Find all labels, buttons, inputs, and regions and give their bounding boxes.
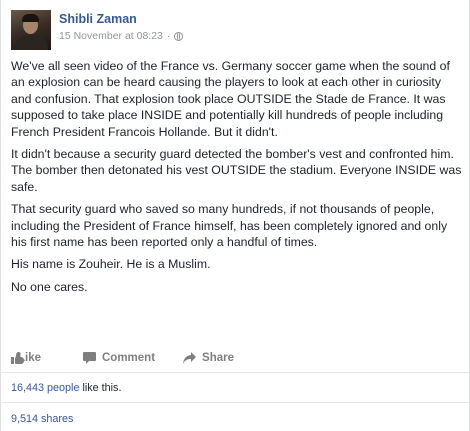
comment-bubble-icon [83, 352, 96, 364]
post-paragraph-1: We've all seen video of the France vs. G… [11, 59, 450, 139]
post-paragraph-2: It didn't because a security guard detec… [11, 147, 462, 194]
post-paragraph-4: His name is Zouheir. He is a Muslim. [11, 257, 211, 272]
divider [1, 402, 469, 403]
separator-dot: · [166, 30, 171, 42]
avatar-hair [22, 14, 39, 22]
facebook-post: Shibli Zaman 15 November at 08:23 · We'v… [0, 0, 470, 431]
share-label: Share [202, 352, 234, 364]
post-paragraph-3: That security guard who saved so many hu… [11, 202, 448, 250]
shares-count-link[interactable]: 9,514 shares [11, 413, 73, 426]
like-button[interactable]: Like [11, 352, 41, 364]
comment-button[interactable]: Comment [83, 352, 155, 364]
post-meta: Shibli Zaman 15 November at 08:23 · [59, 10, 184, 43]
post-header: Shibli Zaman 15 November at 08:23 · [11, 10, 184, 50]
likes-count-link[interactable]: 16,443 people [11, 382, 79, 394]
author-avatar[interactable] [11, 10, 51, 50]
share-button[interactable]: Share [183, 352, 234, 364]
post-timestamp[interactable]: 15 November at 08:23 [59, 30, 163, 43]
post-subline: 15 November at 08:23 · [59, 30, 184, 43]
share-arrow-icon [183, 352, 197, 364]
divider [1, 372, 469, 373]
post-body: We've all seen video of the France vs. G… [11, 58, 463, 301]
comment-label: Comment [102, 352, 156, 364]
likes-suffix: like this. [79, 382, 122, 394]
author-name[interactable]: Shibli Zaman [59, 12, 183, 27]
post-actions: Like Comment Share [11, 350, 234, 366]
post-paragraph-5: No one cares. [11, 279, 88, 294]
avatar-shoulders [14, 35, 48, 50]
globe-icon[interactable] [174, 32, 184, 41]
likes-summary: 16,443 people like this. [11, 382, 121, 395]
thumbs-up-icon [11, 352, 24, 364]
